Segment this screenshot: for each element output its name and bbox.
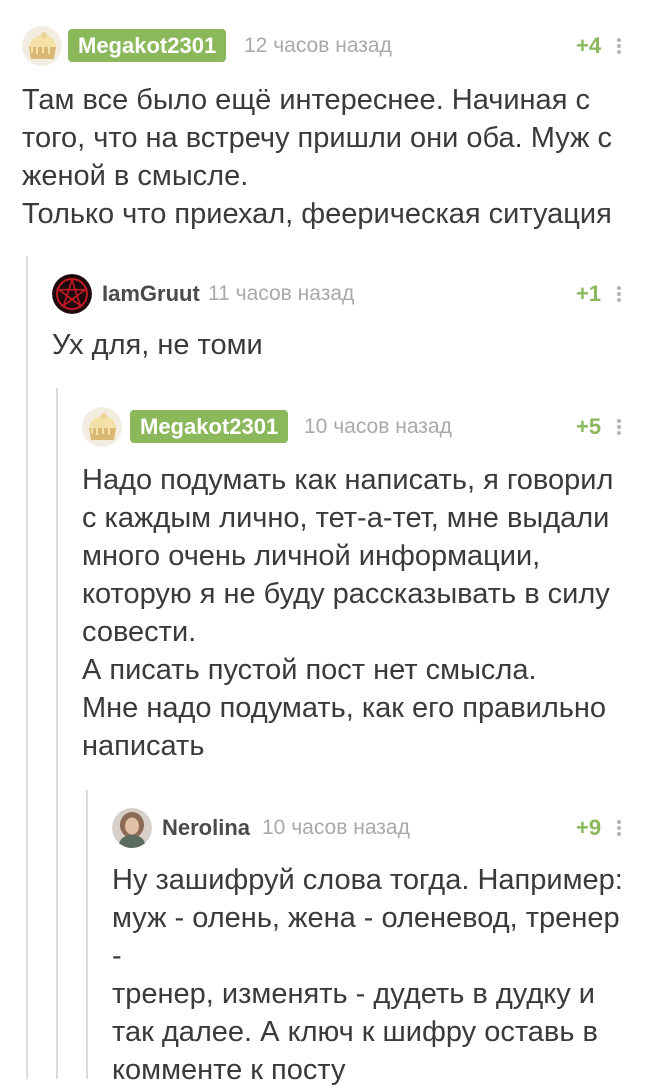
comment-2: IamGruut 11 часов назад +1 Ух для, не то… <box>52 274 632 364</box>
pentagram-icon[interactable] <box>52 274 92 314</box>
comment-header: Megakot2301 12 часов назад +4 <box>22 26 632 66</box>
comment-rating: +1 <box>576 281 602 306</box>
comment-time: 10 часов назад <box>304 415 452 438</box>
more-options-icon[interactable] <box>612 26 626 66</box>
comment-4: Nerolina 10 часов назад +9 Ну зашифруй с… <box>112 808 632 1089</box>
comment-text: Там все было ещё интереснее. Начиная с т… <box>22 84 612 230</box>
comment-header: Nerolina 10 часов назад +9 <box>112 808 632 848</box>
comment-time: 11 часов назад <box>208 282 355 305</box>
comment-rating: +5 <box>576 414 602 439</box>
cake-icon[interactable] <box>82 407 122 447</box>
author-name[interactable]: Nerolina <box>162 808 250 848</box>
thread-line-level-2[interactable] <box>56 388 58 1079</box>
author-badge[interactable]: Megakot2301 <box>130 410 289 443</box>
comment-time: 10 часов назад <box>262 816 410 839</box>
comment-header: IamGruut 11 часов назад +1 <box>52 274 632 314</box>
author-name[interactable]: IamGruut <box>102 274 200 314</box>
comment-3: Megakot2301 10 часов назад +5 Надо подум… <box>82 407 632 765</box>
thread-line-level-3[interactable] <box>86 790 88 1079</box>
comment-1: Megakot2301 12 часов назад +4 Там все бы… <box>22 26 632 233</box>
more-options-icon[interactable] <box>612 808 626 848</box>
cake-icon[interactable] <box>22 26 62 66</box>
user-photo-icon[interactable] <box>112 808 152 848</box>
comment-text: Ну зашифруй слова тогда. Например: муж -… <box>112 864 623 1086</box>
more-options-icon[interactable] <box>612 407 626 447</box>
comment-time: 12 часов назад <box>244 34 392 57</box>
comment-rating: +9 <box>576 815 602 840</box>
comment-header: Megakot2301 10 часов назад +5 <box>82 407 632 447</box>
thread-line-level-1[interactable] <box>26 256 28 1079</box>
more-options-icon[interactable] <box>612 274 626 314</box>
comment-text: Ух для, не томи <box>52 329 263 361</box>
comment-rating: +4 <box>576 33 602 58</box>
author-badge[interactable]: Megakot2301 <box>68 29 227 62</box>
comment-text: Надо подумать как написать, я говорил с … <box>82 464 614 762</box>
